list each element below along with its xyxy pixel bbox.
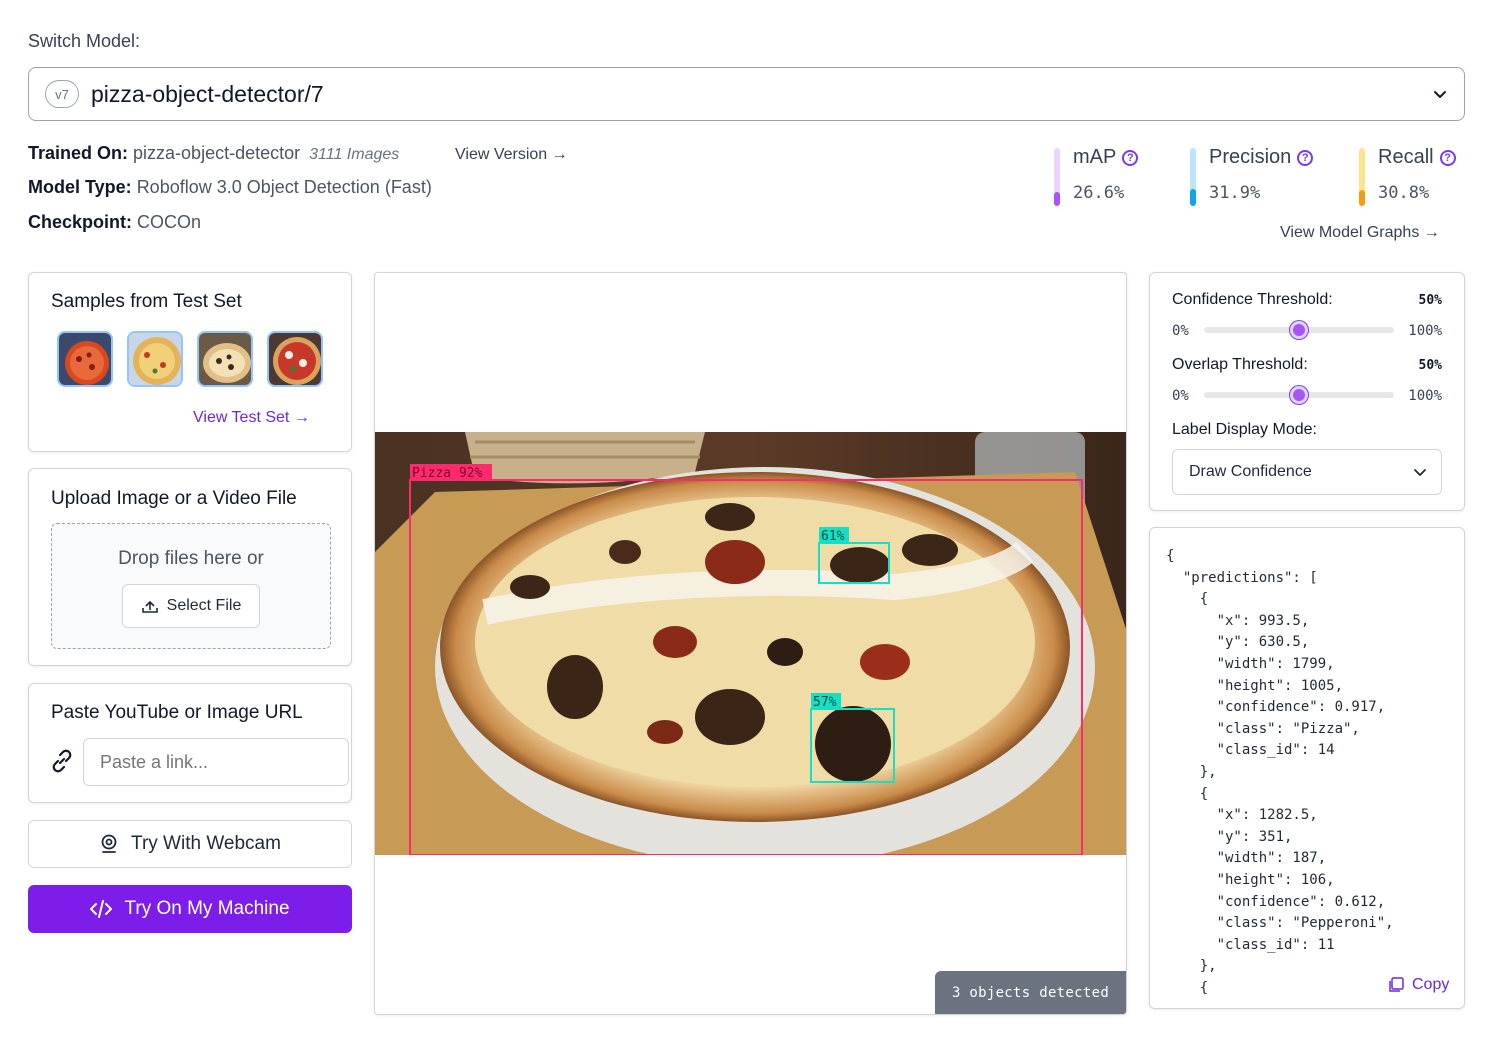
- select-file-button[interactable]: Select File: [122, 584, 260, 628]
- drop-text: Drop files here or: [118, 548, 264, 569]
- overlap-slider[interactable]: [1204, 386, 1394, 404]
- metric-value: 30.8%: [1378, 183, 1430, 203]
- url-title: Paste YouTube or Image URL: [51, 702, 303, 723]
- switch-model-label: Switch Model:: [28, 31, 141, 51]
- range-max: 100%: [1408, 388, 1442, 404]
- model-type-label: Model Type:: [28, 177, 132, 197]
- json-output-card: { "predictions": [ { "x": 993.5, "y": 63…: [1149, 527, 1465, 1009]
- help-icon[interactable]: ?: [1122, 149, 1139, 166]
- view-test-set-link[interactable]: View Test Set →: [193, 409, 310, 427]
- webcam-icon: [101, 834, 117, 853]
- metric-bar: [1190, 148, 1196, 206]
- help-icon[interactable]: ?: [1297, 149, 1314, 166]
- metric-label: mAP: [1073, 146, 1117, 168]
- overlap-value: 50%: [1418, 358, 1442, 373]
- chevron-down-icon: [1434, 91, 1446, 98]
- metric-bar-fill: [1359, 190, 1365, 206]
- webcam-label: Try With Webcam: [131, 833, 281, 854]
- metric-bar: [1359, 148, 1365, 206]
- arrow-right-icon: →: [551, 146, 568, 163]
- checkpoint-row: Checkpoint: COCOn: [28, 212, 201, 233]
- images-count: 3111 Images: [309, 146, 400, 163]
- view-model-graphs-link[interactable]: View Model Graphs →: [1280, 224, 1440, 242]
- overlap-label: Overlap Threshold:: [1172, 356, 1308, 373]
- detection-label-pepperoni: 61%: [821, 529, 845, 544]
- copy-button[interactable]: Copy: [1384, 976, 1450, 994]
- range-min: 0%: [1172, 388, 1189, 404]
- upload-card: Upload Image or a Video File Drop files …: [28, 468, 352, 666]
- detection-label-pizza: Pizza 92%: [412, 466, 483, 481]
- model-type-value: Roboflow 3.0 Object Detection (Fast): [136, 177, 432, 197]
- inference-preview-card: Pizza 92% 61% 57% 3 objects detected: [374, 272, 1127, 1015]
- view-version-link[interactable]: View Version →: [455, 146, 568, 164]
- view-graphs-label: View Model Graphs: [1280, 224, 1420, 241]
- slider-knob[interactable]: [1290, 386, 1308, 404]
- inference-image: Pizza 92% 61% 57%: [375, 432, 1126, 855]
- model-type-row: Model Type: Roboflow 3.0 Object Detectio…: [28, 177, 432, 198]
- trained-on-label: Trained On:: [28, 143, 129, 163]
- metric-label: Recall: [1378, 146, 1434, 168]
- confidence-value: 50%: [1418, 293, 1442, 308]
- label-mode-select[interactable]: Draw Confidence: [1172, 449, 1442, 495]
- sample-thumbnail[interactable]: [267, 331, 323, 387]
- sample-thumbnail[interactable]: [127, 331, 183, 387]
- confidence-label: Confidence Threshold:: [1172, 291, 1333, 308]
- sample-thumbnail[interactable]: [197, 331, 253, 387]
- inference-controls-card: Confidence Threshold: 50% 0% 100% Overla…: [1149, 272, 1465, 511]
- arrow-right-icon: →: [293, 409, 310, 426]
- metric-value: 31.9%: [1209, 183, 1261, 203]
- trained-on-row: Trained On: pizza-object-detector 3111 I…: [28, 143, 399, 164]
- checkpoint-label: Checkpoint:: [28, 212, 133, 232]
- upload-icon: [141, 600, 158, 613]
- label-mode-value: Draw Confidence: [1189, 463, 1312, 480]
- url-input[interactable]: [83, 738, 349, 786]
- metric-bar-fill: [1190, 189, 1196, 206]
- version-badge: v7: [45, 80, 79, 108]
- select-file-label: Select File: [166, 597, 242, 614]
- link-icon: [52, 749, 72, 773]
- range-min: 0%: [1172, 323, 1189, 339]
- upload-title: Upload Image or a Video File: [51, 488, 297, 509]
- machine-label: Try On My Machine: [124, 898, 290, 919]
- arrow-right-icon: →: [1423, 224, 1440, 241]
- copy-icon: [1389, 977, 1404, 992]
- model-name: pizza-object-detector/7: [91, 81, 324, 107]
- copy-label: Copy: [1412, 976, 1450, 993]
- sample-thumbnail[interactable]: [57, 331, 113, 387]
- try-on-machine-button[interactable]: Try On My Machine: [28, 885, 352, 933]
- code-icon: [90, 900, 113, 918]
- url-card: Paste YouTube or Image URL: [28, 683, 352, 803]
- metric-value: 26.6%: [1073, 183, 1125, 203]
- trained-on-value: pizza-object-detector: [133, 143, 301, 163]
- help-icon[interactable]: ?: [1439, 149, 1456, 166]
- model-select-dropdown[interactable]: v7 pizza-object-detector/7: [28, 67, 1465, 121]
- chevron-down-icon: [1414, 469, 1426, 476]
- view-test-set-label: View Test Set: [193, 409, 290, 426]
- samples-card: Samples from Test Set View Test Set →: [28, 272, 352, 452]
- try-webcam-button[interactable]: Try With Webcam: [28, 820, 352, 868]
- slider-knob[interactable]: [1290, 321, 1308, 339]
- checkpoint-value: COCOn: [137, 212, 202, 232]
- confidence-slider[interactable]: [1204, 321, 1394, 339]
- detection-label-topping: 57%: [813, 695, 837, 710]
- metric-bar: [1054, 148, 1060, 206]
- samples-title: Samples from Test Set: [51, 291, 242, 312]
- metric-bar-fill: [1054, 192, 1060, 206]
- file-dropzone[interactable]: Drop files here or Select File: [51, 523, 331, 649]
- objects-detected-badge: 3 objects detected: [935, 971, 1126, 1014]
- view-version-label: View Version: [455, 146, 548, 163]
- label-mode-label: Label Display Mode:: [1172, 421, 1317, 438]
- metric-label: Precision: [1209, 146, 1292, 168]
- json-output: { "predictions": [ { "x": 993.5, "y": 63…: [1166, 548, 1394, 996]
- range-max: 100%: [1408, 323, 1442, 339]
